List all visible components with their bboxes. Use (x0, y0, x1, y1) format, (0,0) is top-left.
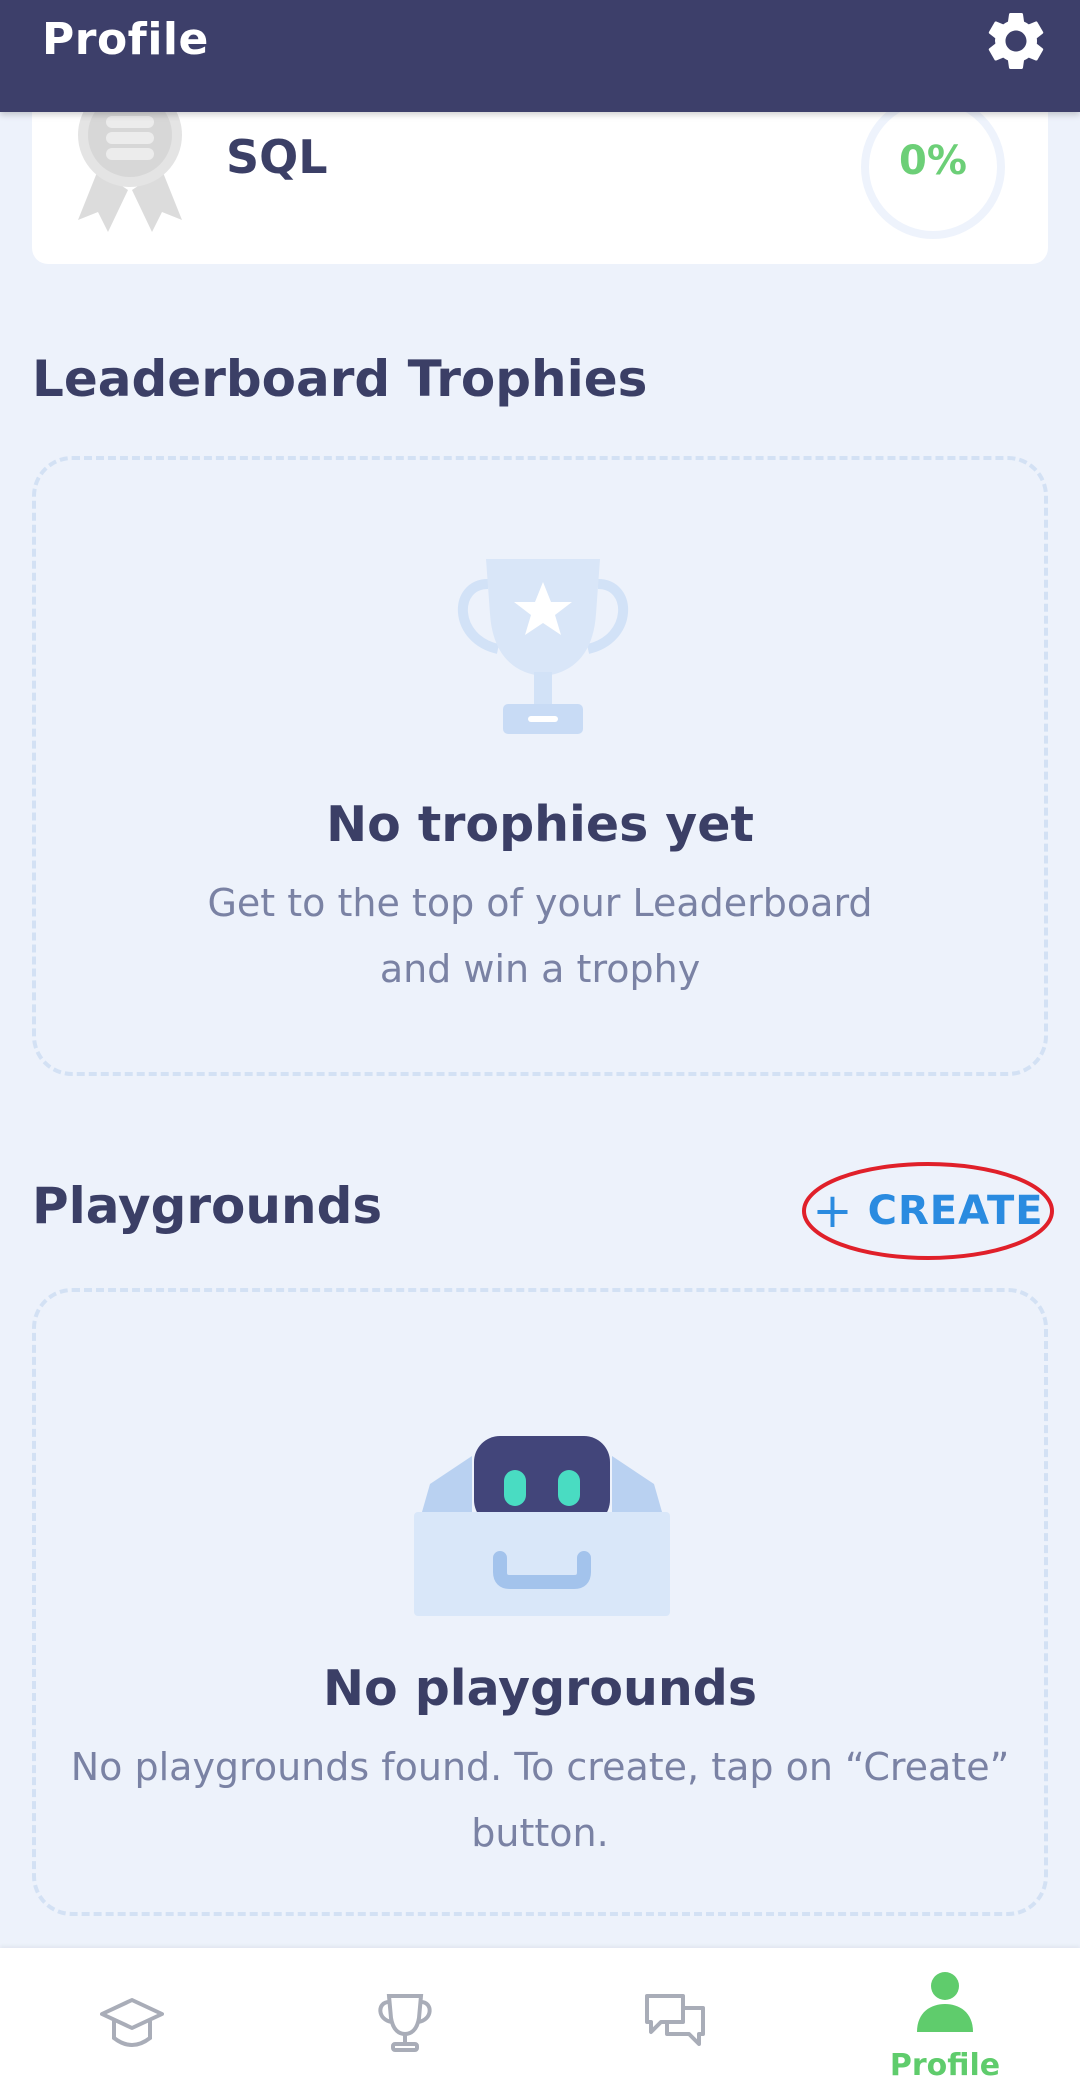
course-badge-icon (78, 100, 182, 232)
person-icon (917, 1972, 973, 2032)
playgrounds-title: Playgrounds (32, 1177, 383, 1235)
no-playgrounds-title: No playgrounds (322, 1660, 757, 1717)
page-title: Profile (42, 14, 209, 65)
nav-item-discuss[interactable] (540, 1948, 810, 2092)
nav-item-leaderboard[interactable] (270, 1948, 540, 2092)
course-name: SQL (226, 130, 328, 184)
app-header: Profile (0, 0, 1080, 112)
no-playgrounds-description: No playgrounds found. To create, tap on … (70, 1745, 1010, 1855)
playgrounds-empty-state: No playgrounds No playgrounds found. To … (32, 1288, 1048, 1916)
no-trophies-description: Get to the top of your Leaderboard and w… (207, 881, 873, 991)
create-button-label: CREATE (867, 1188, 1044, 1234)
robot-box-icon (414, 1436, 670, 1616)
chat-bubbles-icon (645, 1994, 705, 2046)
trophy-icon (378, 1994, 432, 2052)
trophies-empty-state: No trophies yet Get to the top of your L… (32, 456, 1048, 1076)
graduation-cap-icon (100, 1998, 164, 2047)
trophy-icon (458, 559, 628, 734)
leaderboard-trophies-title: Leaderboard Trophies (32, 350, 648, 408)
nav-label-profile: Profile (889, 2048, 1001, 2083)
gear-icon[interactable] (981, 6, 1051, 76)
bottom-navigation: Profile (0, 1948, 1080, 2092)
course-progress-percent: 0% (899, 138, 967, 184)
no-trophies-title: No trophies yet (326, 796, 754, 853)
create-playground-area: + CREATE (800, 1160, 1056, 1262)
plus-icon: + (812, 1183, 854, 1239)
create-playground-button[interactable]: + CREATE (812, 1183, 1044, 1239)
nav-item-learn[interactable] (0, 1948, 270, 2092)
course-card[interactable]: SQL 0% (32, 95, 1048, 264)
nav-item-profile[interactable]: Profile (810, 1948, 1080, 2092)
